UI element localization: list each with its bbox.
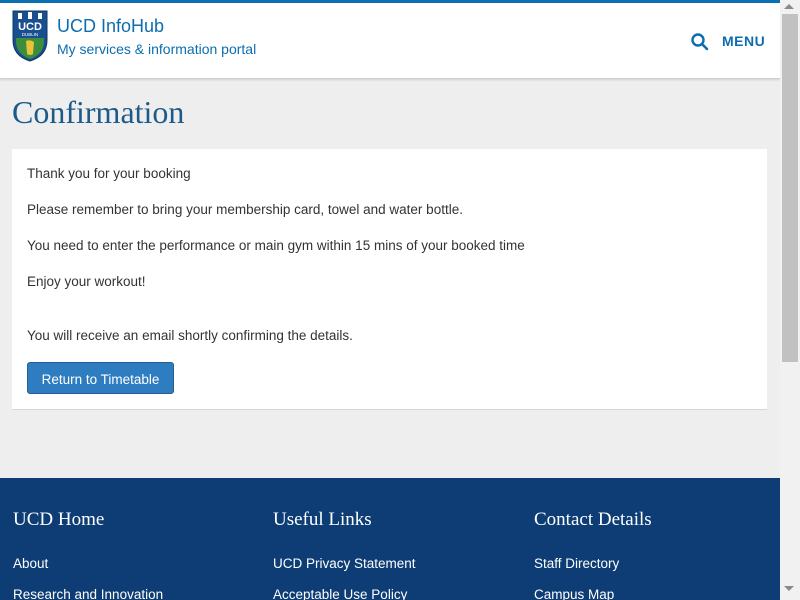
scroll-down-arrow-icon[interactable] [784, 586, 794, 591]
svg-text:DUBLIN: DUBLIN [22, 32, 39, 37]
return-to-timetable-button[interactable]: Return to Timetable [27, 362, 174, 394]
ucd-crest-logo[interactable]: UCD DUBLIN [12, 10, 48, 62]
footer-heading: Contact Details [534, 509, 652, 530]
scrollbar-thumb[interactable] [782, 14, 798, 362]
footer-link[interactable]: Acceptable Use Policy [273, 587, 407, 600]
search-icon[interactable] [690, 32, 710, 52]
site-header: UCD DUBLIN UCD InfoHub My services & inf… [0, 3, 780, 79]
footer-link[interactable]: About [13, 556, 48, 571]
footer-link[interactable]: Campus Map [534, 587, 614, 600]
menu-button[interactable]: MENU [722, 33, 765, 49]
footer-heading[interactable]: UCD Home [13, 509, 104, 531]
app-subtitle: My services & information portal [57, 41, 257, 57]
email-notice-text: You will receive an email shortly confir… [27, 328, 353, 343]
footer-link[interactable]: Staff Directory [534, 556, 619, 571]
footer-link[interactable]: UCD Privacy Statement [273, 556, 416, 571]
footer-link[interactable]: Research and Innovation [13, 587, 163, 600]
site-footer: UCD Home About Research and Innovation U… [0, 478, 780, 600]
entry-time-text: You need to enter the performance or mai… [27, 238, 525, 253]
scroll-up-arrow-icon[interactable] [784, 4, 794, 9]
confirmation-card: Thank you for your booking Please rememb… [12, 149, 767, 410]
enjoy-workout-text: Enjoy your workout! [27, 274, 146, 289]
bring-items-text: Please remember to bring your membership… [27, 202, 463, 217]
app-title[interactable]: UCD InfoHub [57, 16, 164, 37]
page-title: Confirmation [12, 94, 185, 130]
booking-thanks-text: Thank you for your booking [27, 166, 191, 181]
footer-heading: Useful Links [273, 509, 372, 530]
